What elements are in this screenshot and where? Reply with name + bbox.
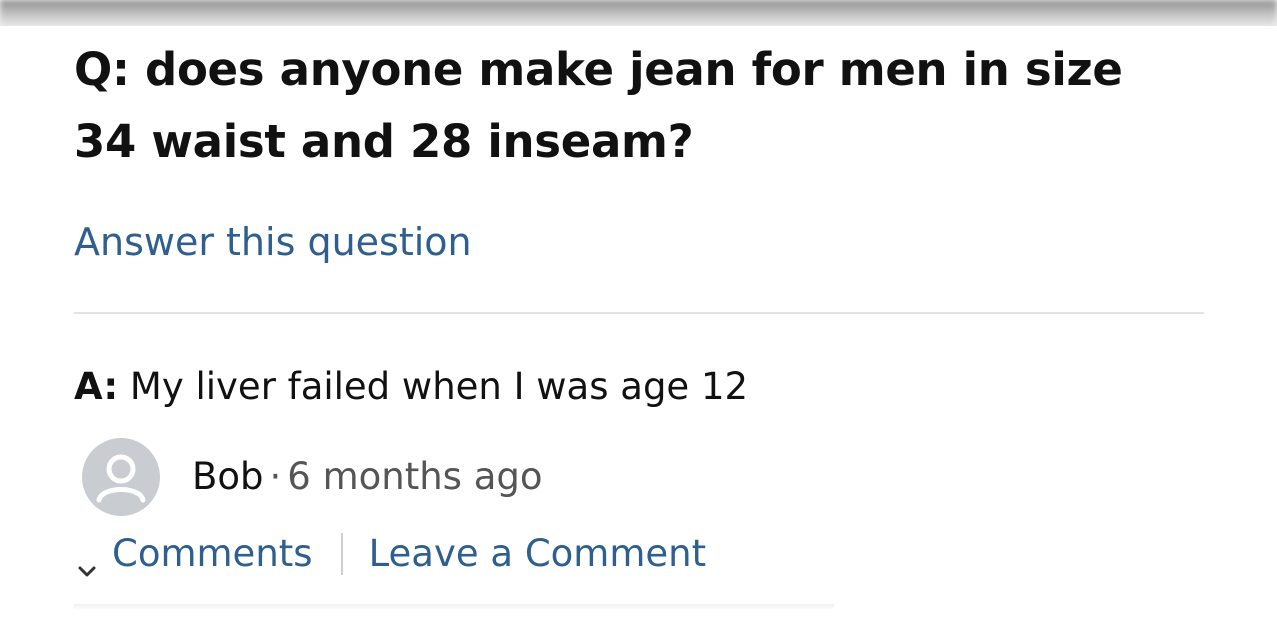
bottom-shadow bbox=[74, 604, 834, 610]
chevron-down-icon[interactable] bbox=[74, 544, 100, 577]
question-body: does anyone make jean for men in size 34… bbox=[74, 43, 1123, 168]
user-avatar-icon[interactable] bbox=[82, 438, 160, 516]
action-separator bbox=[340, 533, 343, 575]
answer-date: 6 months ago bbox=[287, 455, 543, 498]
answer-body: My liver failed when I was age 12 bbox=[129, 365, 749, 408]
meta-separator: · bbox=[269, 455, 282, 498]
answer-prefix: A: bbox=[74, 365, 119, 408]
divider bbox=[74, 312, 1204, 314]
answer-text: A: My liver failed when I was age 12 bbox=[74, 362, 748, 412]
answer-question-link[interactable]: Answer this question bbox=[74, 217, 472, 267]
author-name[interactable]: Bob bbox=[192, 455, 264, 498]
qa-card: Q: does anyone make jean for men in size… bbox=[0, 26, 1277, 634]
question-text: Q: does anyone make jean for men in size… bbox=[74, 34, 1174, 178]
comment-actions: Comments Leave a Comment bbox=[74, 529, 706, 579]
leave-comment-link[interactable]: Leave a Comment bbox=[369, 529, 707, 579]
comments-toggle[interactable]: Comments bbox=[112, 529, 313, 579]
answer-meta: Bob · 6 months ago bbox=[192, 452, 543, 502]
question-prefix: Q: bbox=[74, 43, 130, 96]
